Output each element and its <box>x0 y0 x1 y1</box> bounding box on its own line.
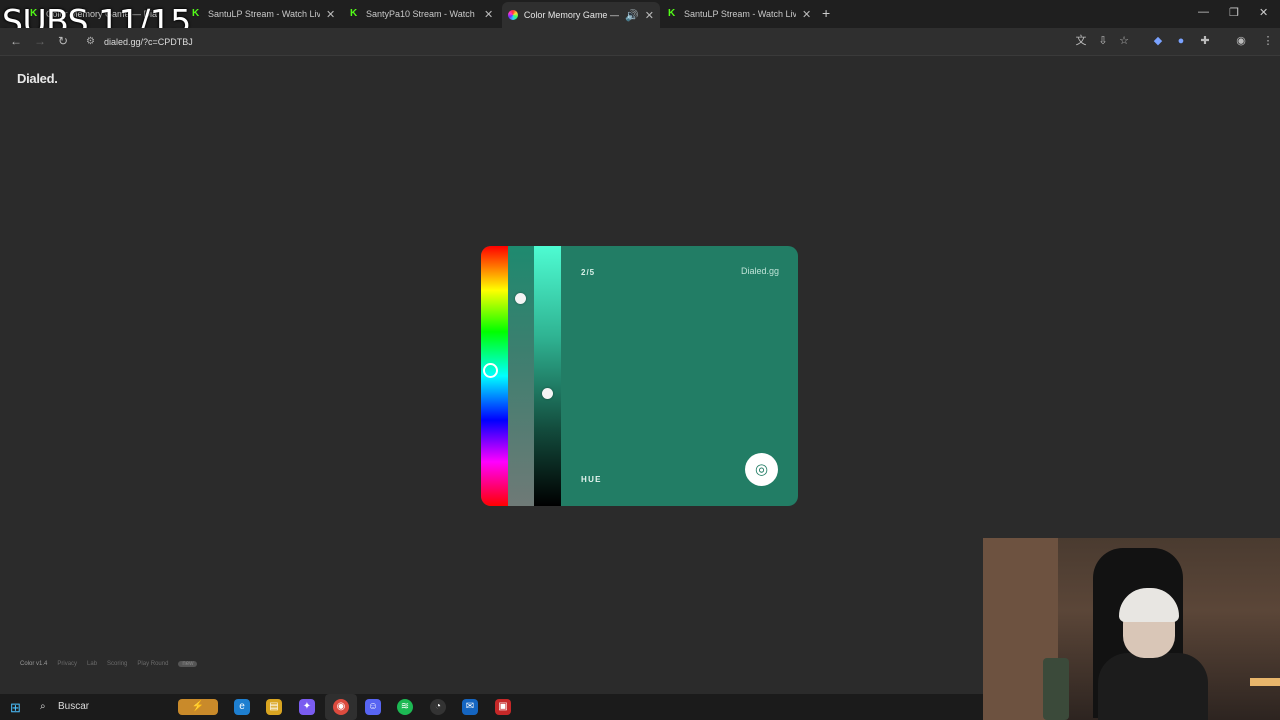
taskbar-search-placeholder: Buscar <box>58 701 90 712</box>
tab-title: SantuLP Stream - Watch Live on <box>208 9 320 19</box>
version-label: Color v1.4 <box>20 661 48 667</box>
windows-start-icon[interactable]: ⊞ <box>10 700 21 716</box>
reload-icon[interactable]: ↻ <box>58 34 68 48</box>
new-badge: new <box>178 661 198 667</box>
tab-title: SantuLP Stream - Watch Live on <box>684 9 796 19</box>
site-settings-icon[interactable]: ⚙ <box>86 32 95 52</box>
spotify-icon[interactable]: ≋ <box>397 699 413 715</box>
brightness-slider[interactable] <box>534 246 561 506</box>
browser-toolbar: ← → ↻ ⚙ dialed.gg/?c=CPDTBJ 文 ⇩ ☆ ◆ ● ✚ … <box>0 28 1280 56</box>
slider-mode-label: HUE <box>581 475 602 484</box>
footer-link-privacy[interactable]: Privacy <box>57 661 77 667</box>
edge-icon[interactable]: e <box>234 699 250 715</box>
minimize-icon[interactable]: — <box>1198 6 1209 18</box>
brand-watermark: Dialed.gg <box>740 266 779 276</box>
search-icon: ⌕ <box>40 701 46 712</box>
obs-icon[interactable]: ◔ <box>430 699 446 715</box>
profile-icon[interactable]: ◉ <box>1235 35 1247 47</box>
close-icon[interactable]: ✕ <box>802 8 811 21</box>
close-icon[interactable]: ✕ <box>645 9 654 22</box>
round-counter: 2/5 <box>581 268 596 277</box>
back-icon[interactable]: ← <box>10 34 22 48</box>
footer-link-play-round[interactable]: Play Round <box>137 661 168 667</box>
copilot-icon[interactable]: ✦ <box>299 699 315 715</box>
menu-dots-icon[interactable]: ⋮ <box>1262 35 1274 47</box>
footer-link-lab[interactable]: Lab <box>87 661 97 667</box>
streamer-app-icon[interactable]: ▣ <box>495 699 511 715</box>
hue-slider-handle[interactable] <box>483 363 498 378</box>
webcam-light <box>1250 678 1280 686</box>
install-app-icon[interactable]: ⇩ <box>1097 35 1109 47</box>
restore-icon[interactable]: ❐ <box>1229 6 1239 19</box>
saturation-slider-handle[interactable] <box>515 293 526 304</box>
discord-icon[interactable]: ☺ <box>365 699 381 715</box>
extensions-puzzle-icon[interactable]: ✚ <box>1199 35 1211 47</box>
kick-icon: K <box>668 8 676 19</box>
color-picker-card: 2/5 Dialed.gg HUE ◎ <box>481 246 798 506</box>
color-wheel-icon <box>508 10 518 20</box>
chrome-icon[interactable]: ◉ <box>333 699 349 715</box>
windows-taskbar: ⊞ ⌕ Buscar ⚡ e ▤ ✦ ◉ ☺ ≋ ◔ ✉ ▣ <box>0 694 983 720</box>
saturation-slider[interactable] <box>508 246 534 506</box>
url-text: dialed.gg/?c=CPDTBJ <box>104 37 193 47</box>
extension-icon[interactable]: ◆ <box>1152 35 1164 47</box>
tab-3-active[interactable]: Color Memory Game — Ho 🔊 ✕ <box>502 2 660 28</box>
window-close-icon[interactable]: ✕ <box>1259 6 1268 19</box>
footer-link-scoring[interactable]: Scoring <box>107 661 127 667</box>
brightness-slider-handle[interactable] <box>542 388 553 399</box>
tab-title: Color Memory Game — Ho <box>523 10 621 20</box>
webcam-person-body <box>1098 653 1208 720</box>
file-explorer-icon[interactable]: ▤ <box>266 699 282 715</box>
site-logo[interactable]: Dialed. <box>17 71 58 86</box>
forward-icon[interactable]: → <box>34 34 46 48</box>
outlook-icon[interactable]: ✉ <box>462 699 478 715</box>
tab-strip: K Color Memory Game — Dia K SantuLP Stre… <box>0 0 1280 28</box>
new-tab-icon[interactable]: + <box>822 5 830 21</box>
webcam-overlay <box>983 538 1280 720</box>
tab-1[interactable]: K SantuLP Stream - Watch Live on ✕ <box>186 4 341 24</box>
kick-icon: K <box>192 8 200 19</box>
translate-icon[interactable]: 文 <box>1075 35 1087 47</box>
tab-4[interactable]: K SantuLP Stream - Watch Live on ✕ <box>662 4 817 24</box>
extension-icon[interactable]: ● <box>1175 35 1187 47</box>
kick-icon: K <box>350 8 358 19</box>
page-footer: Color v1.4 Privacy Lab Scoring Play Roun… <box>20 661 198 667</box>
pikachu-widget-icon[interactable]: ⚡ <box>178 699 218 715</box>
tab-title: SantyPa10 Stream - Watch Live <box>366 9 478 19</box>
bookmark-star-icon[interactable]: ☆ <box>1118 35 1130 47</box>
close-icon[interactable]: ✕ <box>326 8 335 21</box>
webcam-bottle <box>1043 658 1069 720</box>
close-icon[interactable]: ✕ <box>484 8 493 21</box>
submit-guess-button[interactable]: ◎ <box>745 453 778 486</box>
target-icon: ◎ <box>754 461 769 478</box>
speaker-icon[interactable]: 🔊 <box>625 9 639 22</box>
address-bar[interactable]: ⚙ dialed.gg/?c=CPDTBJ <box>80 32 1140 52</box>
tab-2[interactable]: K SantyPa10 Stream - Watch Live ✕ <box>344 4 499 24</box>
